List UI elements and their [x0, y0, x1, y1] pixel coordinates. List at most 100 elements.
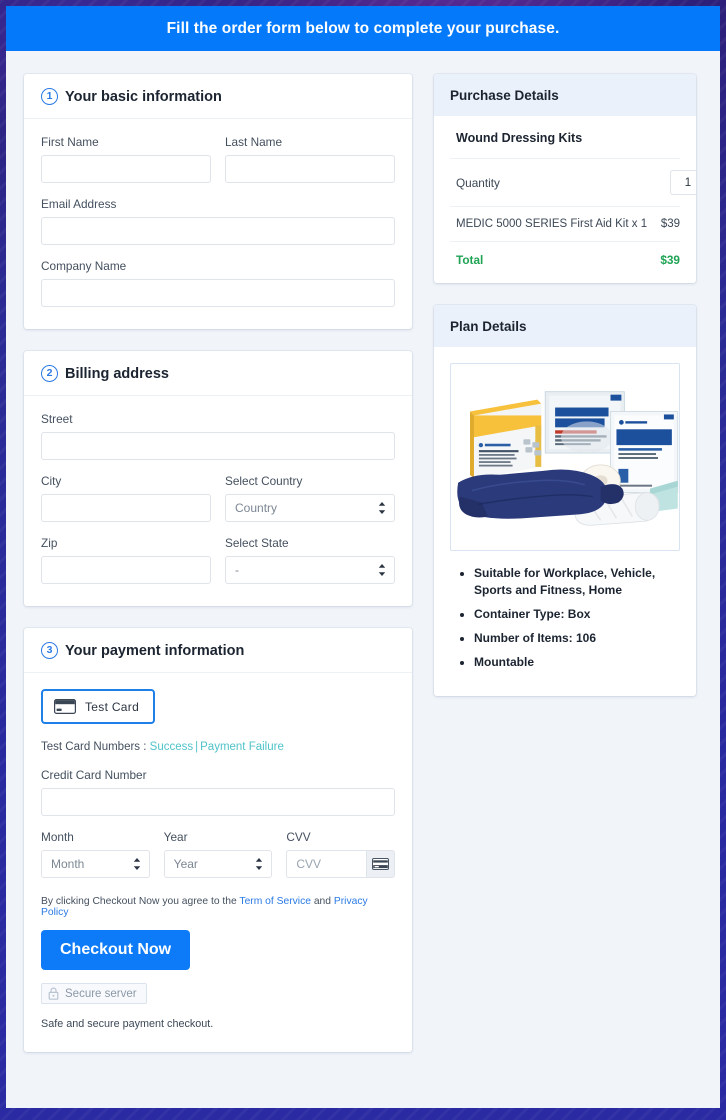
basic-information-header: 1 Your basic information [24, 74, 412, 119]
summary-column: Purchase Details Wound Dressing Kits Qua… [434, 74, 696, 718]
purchase-details-title: Purchase Details [434, 74, 696, 116]
total-label: Total [456, 253, 484, 267]
state-select-wrap: - [225, 556, 395, 584]
email-label: Email Address [41, 197, 117, 211]
year-label: Year [163, 830, 188, 844]
terms-text: By clicking Checkout Now you agree to th… [41, 896, 395, 918]
company-label: Company Name [41, 259, 127, 273]
state-select-value: - [235, 563, 239, 577]
year-select[interactable]: Year [163, 850, 273, 878]
city-input[interactable] [41, 494, 211, 522]
state-select[interactable]: - [225, 556, 395, 584]
secure-server-badge: Secure server [41, 983, 147, 1004]
secure-server-text: Secure server [65, 987, 137, 1000]
country-label: Select Country [225, 474, 303, 488]
list-item: Suitable for Workplace, Vehicle, Sports … [474, 565, 674, 599]
payment-information-card: 3 Your payment information Test Card Tes… [24, 628, 412, 1052]
month-select[interactable]: Month [41, 850, 150, 878]
month-field: Month Month [41, 830, 150, 878]
line-item-label: MEDIC 5000 SERIES First Aid Kit x 1 [456, 218, 648, 230]
step-number-badge: 1 [41, 88, 58, 105]
payment-information-title: Your payment information [65, 642, 245, 659]
success-test-link[interactable]: Success [150, 741, 193, 753]
checkout-page: Fill the order form below to complete yo… [6, 6, 720, 1108]
company-input[interactable] [41, 279, 395, 307]
quantity-label: Quantity [456, 175, 500, 190]
basic-information-title: Your basic information [65, 88, 222, 105]
list-item: Container Type: Box [474, 606, 674, 623]
email-field: Email Address [41, 197, 395, 245]
month-select-wrap: Month [41, 850, 150, 878]
line-item-price: $39 [660, 218, 680, 230]
credit-card-number-field: Credit Card Number [41, 768, 395, 816]
zip-input[interactable] [41, 556, 211, 584]
country-field: Select Country Country [225, 474, 395, 522]
quantity-input[interactable] [670, 170, 696, 195]
purchase-product-name: Wound Dressing Kits [450, 116, 680, 159]
zip-field: Zip [41, 536, 211, 584]
list-item: Mountable [474, 654, 674, 671]
email-input[interactable] [41, 217, 395, 245]
test-card-button[interactable]: Test Card [41, 689, 156, 724]
last-name-field: Last Name [225, 135, 395, 183]
street-label: Street [41, 412, 73, 426]
last-name-label: Last Name [225, 135, 283, 149]
zip-label: Zip [41, 536, 58, 550]
country-select[interactable]: Country [225, 494, 395, 522]
cvv-input[interactable] [286, 850, 367, 878]
billing-address-title: Billing address [65, 365, 169, 382]
test-card-numbers-prefix: Test Card Numbers : [41, 741, 150, 753]
total-row: Total $39 [450, 242, 680, 283]
first-aid-kit-illustration [452, 364, 679, 550]
country-select-value: Country [235, 501, 278, 515]
total-price: $39 [660, 253, 680, 267]
billing-address-card: 2 Billing address Street City Select Cou… [24, 351, 412, 606]
content-area: 1 Your basic information First Name Last… [6, 51, 720, 1108]
payment-failure-test-link[interactable]: Payment Failure [200, 741, 284, 753]
billing-address-body: Street City Select Country Country Zip S… [24, 396, 412, 606]
payment-information-body: Test Card Test Card Numbers : Success | Pa… [24, 673, 412, 1052]
purchase-details-body: Wound Dressing Kits Quantity MEDIC 5000 … [434, 116, 696, 283]
name-row: First Name Last Name [41, 135, 395, 197]
cvv-label: CVV [286, 830, 311, 844]
basic-information-body: First Name Last Name Email Address Compa… [24, 119, 412, 329]
checkout-now-button[interactable]: Checkout Now [41, 930, 191, 970]
city-country-row: City Select Country Country [41, 474, 395, 536]
purchase-details-panel: Purchase Details Wound Dressing Kits Qua… [434, 74, 696, 283]
quantity-row: Quantity [450, 159, 696, 207]
card-stripe-icon [372, 858, 390, 870]
payment-information-header: 3 Your payment information [24, 628, 412, 673]
line-item-row: MEDIC 5000 SERIES First Aid Kit x 1 $39 [450, 207, 680, 242]
plan-details-body: Suitable for Workplace, Vehicle, Sports … [434, 363, 696, 696]
first-name-input[interactable] [41, 155, 211, 183]
lock-icon [48, 987, 59, 1000]
cvv-field: CVV [286, 830, 396, 878]
terms-and: and [310, 896, 334, 907]
street-field: Street [41, 412, 395, 460]
expiry-cvv-row: Month Month Year Year CVV CVV [41, 830, 396, 878]
year-field: Year Year [163, 830, 273, 878]
test-link-separator: | [195, 741, 199, 753]
year-select-value: Year [173, 857, 198, 871]
billing-address-header: 2 Billing address [24, 351, 412, 396]
step-number-badge: 3 [41, 642, 58, 659]
credit-card-number-input[interactable] [41, 788, 395, 816]
street-input[interactable] [41, 432, 395, 460]
month-select-value: Month [51, 857, 85, 871]
terms-of-service-link[interactable]: Term of Service [239, 896, 311, 907]
year-select-wrap: Year [163, 850, 273, 878]
plan-details-title: Plan Details [434, 305, 696, 347]
cvv-hint-button[interactable] [366, 850, 396, 878]
form-column: 1 Your basic information First Name Last… [24, 74, 412, 1074]
plan-product-image [450, 363, 680, 551]
city-label: City [41, 474, 62, 488]
last-name-input[interactable] [225, 155, 395, 183]
company-field: Company Name [41, 259, 395, 307]
state-field: Select State - [225, 536, 395, 584]
page-banner: Fill the order form below to complete yo… [6, 6, 720, 51]
step-number-badge: 2 [41, 365, 58, 382]
test-card-label: Test Card [85, 699, 140, 714]
state-label: Select State [225, 536, 289, 550]
basic-information-card: 1 Your basic information First Name Last… [24, 74, 412, 329]
first-name-label: First Name [41, 135, 99, 149]
